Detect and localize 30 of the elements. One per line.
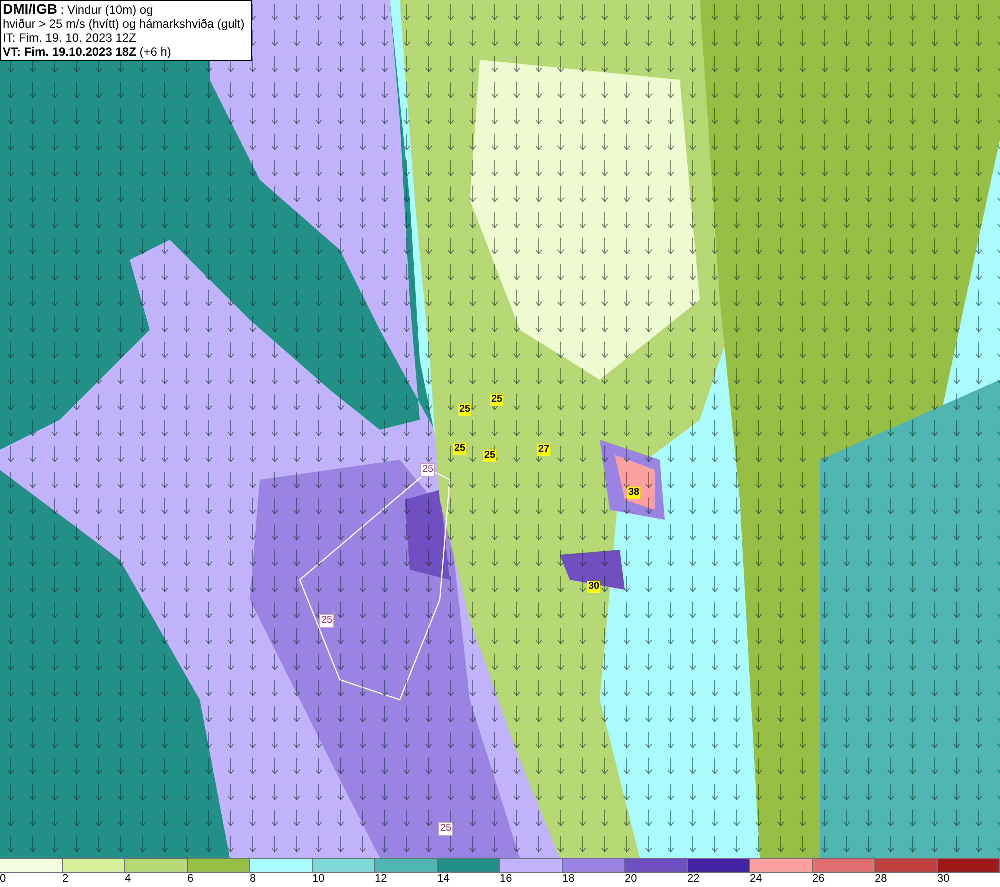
- valid-time: VT: Fim. 19.10.2023 18Z (+6 h): [3, 45, 172, 59]
- legend-tick-label: 2: [62, 873, 69, 886]
- header-title: DMI/IGB : Vindur (10m) og: [3, 2, 154, 17]
- legend-tick-label: 4: [125, 873, 132, 886]
- initial-time: IT: Fim. 19. 10. 2023 12Z: [3, 31, 138, 45]
- max-gust-label: 25: [483, 450, 497, 462]
- contour-label: 25: [438, 822, 454, 836]
- legend-tick-label: 0: [0, 873, 6, 886]
- legend-tick-label: 12: [375, 873, 388, 886]
- legend-tick-label: 18: [562, 873, 575, 886]
- legend-tick-label: 8: [250, 873, 256, 886]
- max-gust-label: 25: [458, 404, 472, 416]
- max-gust-label: 25: [490, 394, 504, 406]
- max-gust-label: 27: [537, 444, 551, 456]
- legend-tick-label: 16: [500, 873, 512, 886]
- legend-tick-label: 28: [875, 873, 888, 886]
- max-gust-label: 30: [587, 581, 601, 593]
- contour-label: 25: [420, 463, 436, 477]
- legend-tick-label: 22: [688, 873, 700, 886]
- header-subtitle: hviður > 25 m/s (hvítt) og hámarkshviða (gult): [3, 17, 245, 31]
- legend-tick-label: 10: [312, 873, 325, 886]
- legend-tick-label: 30: [938, 873, 950, 886]
- legend-tick-label: 6: [188, 873, 194, 886]
- legend-tick-label: 20: [625, 873, 638, 886]
- contour-label: 25: [319, 614, 335, 628]
- max-gust-label: 25: [453, 443, 467, 455]
- legend-tick-label: 14: [438, 873, 450, 886]
- max-gust-label: 38: [627, 487, 641, 499]
- legend-tick-label: 24: [750, 873, 762, 886]
- legend-tick-label: 26: [812, 873, 825, 886]
